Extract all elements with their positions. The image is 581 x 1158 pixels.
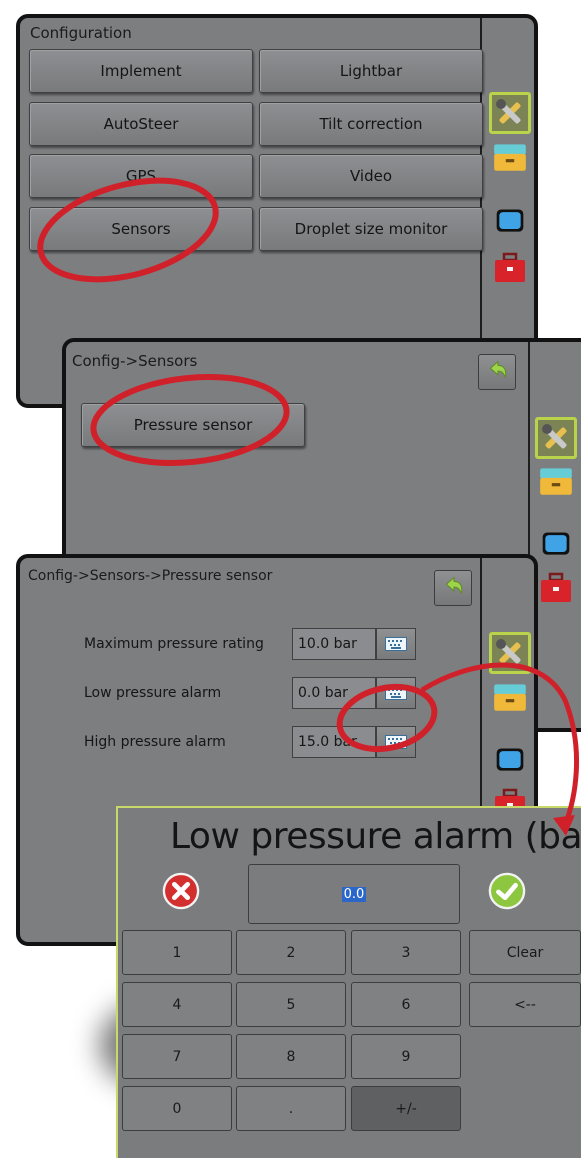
cancel-icon [162, 872, 200, 910]
cancel-button[interactable] [162, 872, 200, 910]
implement-icon[interactable] [537, 462, 575, 500]
keyboard-icon [385, 735, 407, 749]
tools-icon[interactable] [535, 417, 577, 459]
high-pressure-alarm-value: 15.0 bar [292, 726, 376, 758]
screen-title: Configuration [30, 24, 132, 42]
low-pressure-alarm-keyboard-button[interactable] [376, 677, 416, 709]
key-1[interactable]: 1 [122, 930, 232, 975]
lightbar-button[interactable]: Lightbar [259, 49, 483, 93]
key-8[interactable]: 8 [236, 1034, 346, 1079]
accept-button[interactable] [488, 872, 526, 910]
key-clear[interactable]: Clear [469, 930, 581, 975]
key-backspace[interactable]: <-- [469, 982, 581, 1027]
key-5[interactable]: 5 [236, 982, 346, 1027]
numeric-keypad: Low pressure alarm (bar) 0.0 1 2 3 Clear… [116, 806, 581, 1158]
key-4[interactable]: 4 [122, 982, 232, 1027]
implement-icon[interactable] [491, 678, 529, 716]
key-2[interactable]: 2 [236, 930, 346, 975]
key-7[interactable]: 7 [122, 1034, 232, 1079]
gps-button[interactable]: GPS [29, 154, 253, 198]
sensors-button[interactable]: Sensors [29, 207, 253, 251]
max-pressure-label: Maximum pressure rating [84, 636, 264, 652]
toolbox-icon[interactable] [538, 570, 574, 606]
key-9[interactable]: 9 [351, 1034, 461, 1079]
value-text[interactable]: 0.0 [341, 886, 367, 902]
autosteer-button[interactable]: AutoSteer [29, 102, 253, 146]
back-arrow-icon [489, 360, 507, 378]
high-pressure-alarm-keyboard-button[interactable] [376, 726, 416, 758]
key-0[interactable]: 0 [122, 1086, 232, 1131]
key-decimal[interactable]: . [236, 1086, 346, 1131]
keypad-title: Low pressure alarm (bar) [170, 816, 581, 857]
video-button[interactable]: Video [259, 154, 483, 198]
implement-button[interactable]: Implement [29, 49, 253, 93]
max-pressure-value: 10.0 bar [292, 628, 376, 660]
back-button[interactable] [434, 570, 472, 606]
display-icon[interactable] [539, 528, 573, 560]
implement-icon[interactable] [491, 138, 529, 176]
tools-icon[interactable] [489, 632, 531, 674]
droplet-size-monitor-button[interactable]: Droplet size monitor [259, 207, 483, 251]
key-6[interactable]: 6 [351, 982, 461, 1027]
key-plus-minus[interactable]: +/- [351, 1086, 461, 1131]
display-icon[interactable] [493, 205, 527, 237]
screen-title: Config->Sensors->Pressure sensor [28, 568, 273, 584]
display-icon[interactable] [493, 744, 527, 776]
tools-icon[interactable] [489, 92, 531, 134]
back-arrow-icon [445, 576, 463, 594]
low-pressure-alarm-label: Low pressure alarm [84, 685, 222, 701]
keyboard-icon [385, 686, 407, 700]
screen-title: Config->Sensors [72, 352, 198, 370]
max-pressure-keyboard-button[interactable] [376, 628, 416, 660]
low-pressure-alarm-value: 0.0 bar [292, 677, 376, 709]
back-button[interactable] [478, 354, 516, 390]
high-pressure-alarm-label: High pressure alarm [84, 734, 226, 750]
value-display: 0.0 [248, 864, 460, 924]
tilt-correction-button[interactable]: Tilt correction [259, 102, 483, 146]
key-3[interactable]: 3 [351, 930, 461, 975]
pressure-sensor-button[interactable]: Pressure sensor [81, 403, 305, 447]
toolbox-icon[interactable] [492, 250, 528, 286]
keyboard-icon [385, 637, 407, 651]
accept-icon [488, 872, 526, 910]
